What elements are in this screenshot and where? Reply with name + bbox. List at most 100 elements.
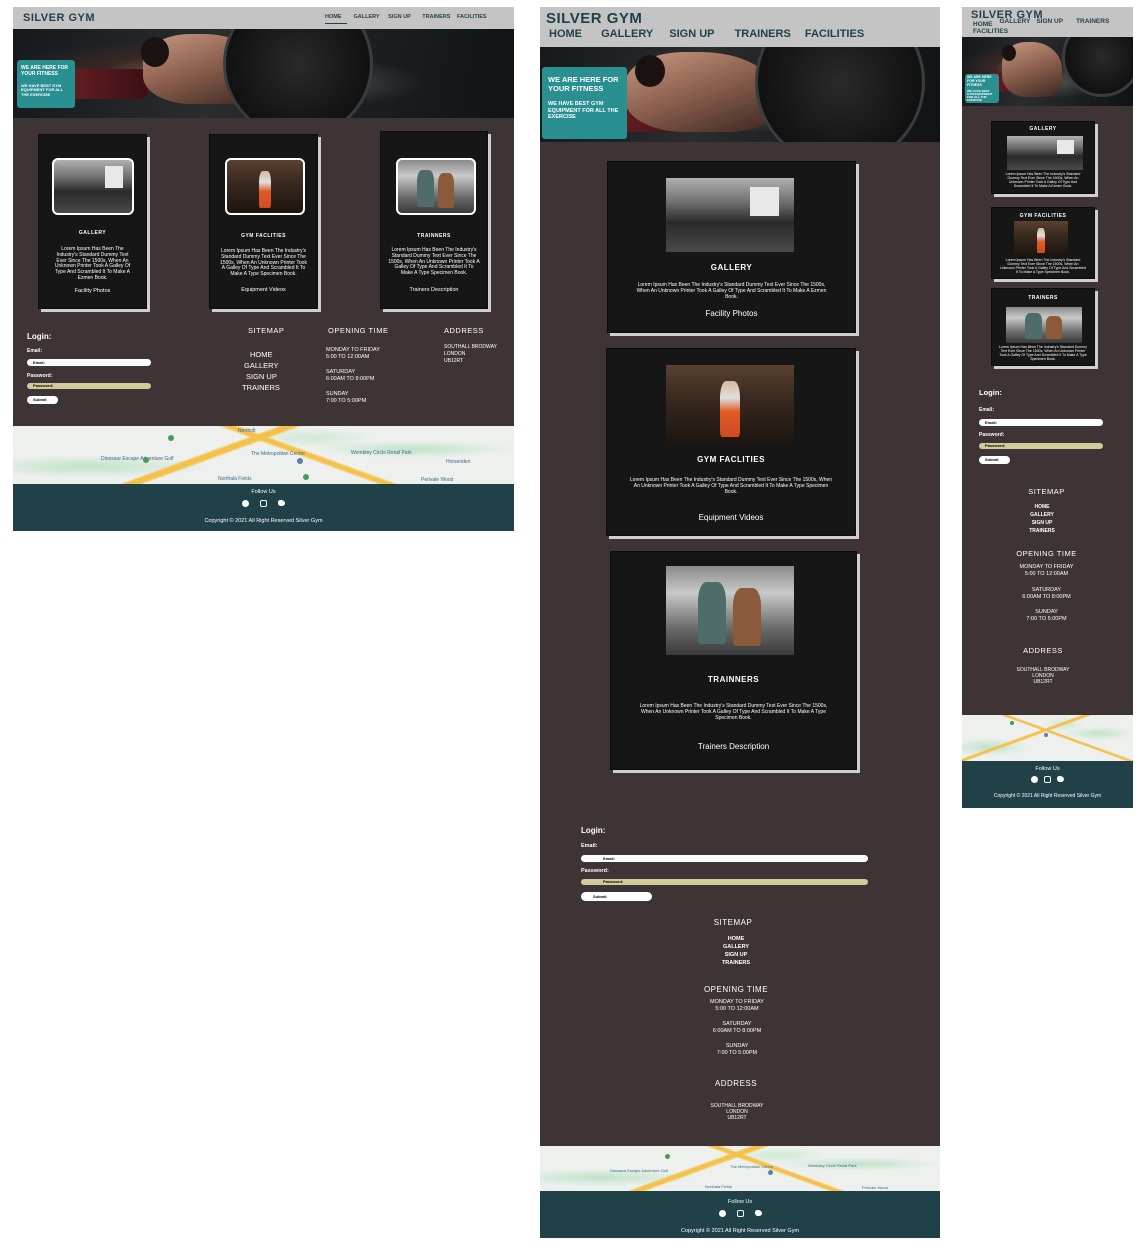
mobile-nav-home[interactable]: HOME xyxy=(973,21,993,28)
tablet-card-gallery[interactable]: GALLERY Lorem Ipsum Has Been The Industr… xyxy=(607,161,856,333)
tablet-nav-gallery[interactable]: GALLERY xyxy=(601,28,653,40)
tablet-twitter-icon[interactable] xyxy=(754,1210,762,1216)
map-label-metro: The Metropolitan Centre xyxy=(251,451,305,457)
mobile-email-field[interactable]: Email: xyxy=(979,419,1103,426)
tablet-nav-facilities[interactable]: FACILITIES xyxy=(805,28,864,40)
mobile-email-label: Email: xyxy=(979,407,995,413)
mobile-hero-banner: WE ARE HERE FOR YOUR FITNESS WE HAVE BES… xyxy=(962,37,1133,106)
mobile-opening-sunday: SUNDAY xyxy=(1035,609,1058,615)
tablet-card-trainers[interactable]: TRAINNERS Lorem Ipsum Has Been The Indus… xyxy=(610,551,857,770)
map-label-perivale: Perivale Wood xyxy=(421,477,454,483)
hero-text-box: WE ARE HERE FOR YOUR FITNESS WE HAVE BES… xyxy=(17,60,75,108)
mobile-submit-button[interactable]: Submit xyxy=(979,456,1010,464)
mobile-sitemap-gallery[interactable]: GALLERY xyxy=(962,512,1122,518)
tablet-nav-signup[interactable]: SIGN UP xyxy=(669,28,714,40)
mobile-facebook-icon[interactable] xyxy=(1031,776,1038,783)
mobile-twitter-icon[interactable] xyxy=(1057,776,1064,782)
mobile-instagram-icon[interactable] xyxy=(1044,776,1051,783)
mobile-card-trainers-title: TRAINERS xyxy=(1028,295,1058,301)
mobile-nav-trainers[interactable]: TRAINERS xyxy=(1076,18,1109,25)
tablet-map-label-metro: The Metropolitan Centre xyxy=(730,1164,774,1169)
nav-home[interactable]: HOME xyxy=(325,14,347,24)
twitter-icon[interactable] xyxy=(278,500,285,506)
tablet-email-field[interactable]: Email: xyxy=(581,855,868,862)
tablet-submit-button[interactable]: Submit xyxy=(581,892,652,901)
tablet-card-facilities[interactable]: GYM FACLITIES Lorem Ipsum Has Been The I… xyxy=(606,348,856,536)
mobile-card-gallery-photo xyxy=(1007,136,1083,170)
opening-weekday-hours: 5:00 TO 12:00AM xyxy=(326,354,370,360)
tablet-password-field[interactable]: Password: xyxy=(581,879,868,885)
tablet-card-facilities-body: Lorem Ipsum Has Been The Industry's Stan… xyxy=(629,477,833,495)
nav-trainers[interactable]: TRAINERS xyxy=(422,14,450,20)
sitemap-signup[interactable]: SIGN UP xyxy=(246,372,277,381)
mobile-sitemap-trainers[interactable]: TRAINERS xyxy=(962,528,1122,534)
hero-subtext: WE HAVE BEST GYM EQUIPMENT FOR ALL THE E… xyxy=(21,83,63,97)
tablet-address-postcode: UB12RT xyxy=(727,1115,747,1121)
mobile-card-trainers[interactable]: TRAINERS Lorem Ipsum Has Been The Indust… xyxy=(991,288,1095,366)
tablet-card-gallery-footer[interactable]: Facility Photos xyxy=(608,309,855,318)
tablet-nav-home[interactable]: HOME xyxy=(549,28,582,40)
tablet-address-title: ADDRESS xyxy=(714,1079,758,1088)
tablet-nav-links: HOME GALLERY SIGN UP TRAINERS FACILITIES xyxy=(549,28,864,40)
tablet-facebook-icon[interactable] xyxy=(718,1210,726,1217)
tablet-card-gallery-photo xyxy=(666,178,794,252)
mobile-sitemap-title: SITEMAP xyxy=(1028,487,1065,496)
opening-saturday-hours: 6:00AM TO 8:00PM xyxy=(326,376,375,382)
tablet-login-title: Login: xyxy=(581,826,606,835)
card-gallery[interactable]: GALLERY Lorem Ipsum Has Been The Industr… xyxy=(38,134,147,309)
mobile-map-park-icon xyxy=(1010,721,1014,725)
instagram-icon[interactable] xyxy=(260,500,267,507)
nav-facilities[interactable]: FACILITIES xyxy=(457,14,487,20)
email-field[interactable]: Email: xyxy=(27,359,151,366)
card-trainers-title: TRAINNERS xyxy=(417,233,451,239)
mobile-password-label: Password: xyxy=(979,432,1005,438)
mobile-nav-facilities[interactable]: FACILITIES xyxy=(973,28,1008,35)
card-facilities-footer[interactable]: Equipment Videos xyxy=(210,287,317,293)
card-facilities-body: Lorem Ipsum Has Been The Industry's Stan… xyxy=(220,248,307,277)
mobile-location-map[interactable] xyxy=(962,715,1133,761)
tablet-card-facilities-photo xyxy=(666,365,794,445)
facebook-icon[interactable] xyxy=(242,500,249,507)
location-map[interactable]: Northolt The Metropolitan Centre Dinosau… xyxy=(13,426,514,484)
mobile-password-field[interactable]: Password: xyxy=(979,443,1103,449)
tablet-location-map[interactable]: The Metropolitan Centre Dinosaur Escape … xyxy=(540,1146,940,1191)
tablet-sitemap-trainers[interactable]: TRAINERS xyxy=(540,960,932,966)
submit-button[interactable]: Submit xyxy=(27,396,58,404)
mobile-card-facilities[interactable]: GYM FACILITIES Lorem Ipsum Has Been The … xyxy=(991,207,1095,279)
sitemap-gallery[interactable]: GALLERY xyxy=(244,361,278,370)
sitemap-home[interactable]: HOME xyxy=(250,350,273,359)
mobile-sitemap-signup[interactable]: SIGN UP xyxy=(962,520,1122,526)
password-field[interactable]: Password: xyxy=(27,383,151,389)
tablet-card-trainers-footer[interactable]: Trainers Description xyxy=(611,742,856,751)
card-trainers[interactable]: TRAINNERS Lorem Ipsum Has Been The Indus… xyxy=(380,131,488,309)
mobile-sitemap-home[interactable]: HOME xyxy=(962,504,1122,510)
card-trainers-photo xyxy=(396,158,476,215)
tablet-opening-saturday-hours: 6:00AM TO 8:00PM xyxy=(712,1028,762,1034)
follow-us-label: Follow Us xyxy=(251,489,276,495)
tablet-opening-weekday: MONDAY TO FRIDAY xyxy=(710,999,764,1005)
tablet-sitemap-home[interactable]: HOME xyxy=(540,936,932,942)
login-form: Login: Email: Email: Password: Password:… xyxy=(27,332,157,412)
mobile-navbar: SILVER GYM HOME GALLERY SIGN UP TRAINERS FA… xyxy=(962,7,1133,37)
brand-logo[interactable]: SILVER GYM xyxy=(23,12,95,24)
tablet-card-facilities-footer[interactable]: Equipment Videos xyxy=(607,513,855,522)
tablet-brand-logo[interactable]: SILVER GYM xyxy=(546,10,642,27)
card-gallery-footer[interactable]: Facility Photos xyxy=(39,288,146,294)
tablet-sitemap-signup[interactable]: SIGN UP xyxy=(540,952,932,958)
map-park-icon-3 xyxy=(303,474,309,480)
sitemap-trainers[interactable]: TRAINERS xyxy=(242,383,280,392)
card-trainers-footer[interactable]: Trainers Description xyxy=(381,287,487,293)
tablet-nav-trainers[interactable]: TRAINERS xyxy=(735,28,791,40)
tablet-sitemap-gallery[interactable]: GALLERY xyxy=(540,944,932,950)
nav-signup[interactable]: SIGN UP xyxy=(388,14,411,20)
tablet-instagram-icon[interactable] xyxy=(736,1210,744,1217)
nav-gallery[interactable]: GALLERY xyxy=(354,14,380,20)
mobile-card-gallery[interactable]: GALLERY Lorem Ipsum Has Been The Industr… xyxy=(991,121,1095,194)
nav-links: HOME GALLERY SIGN UP TRAINERS FACILITIES xyxy=(325,14,487,24)
mobile-hero-subtext: WE HAVE BEST GYM EQUIPMENT FOR ALL THE E… xyxy=(967,88,993,103)
mobile-nav-gallery[interactable]: GALLERY xyxy=(1000,18,1031,25)
card-facilities[interactable]: GYM FACLITIES Lorem Ipsum Has Been The I… xyxy=(209,134,318,309)
map-park-icon xyxy=(168,435,174,441)
mobile-nav-signup[interactable]: SIGN UP xyxy=(1036,18,1063,25)
tablet-footer: Follow Us Copyright © 2021 All Right Res… xyxy=(540,1191,940,1238)
